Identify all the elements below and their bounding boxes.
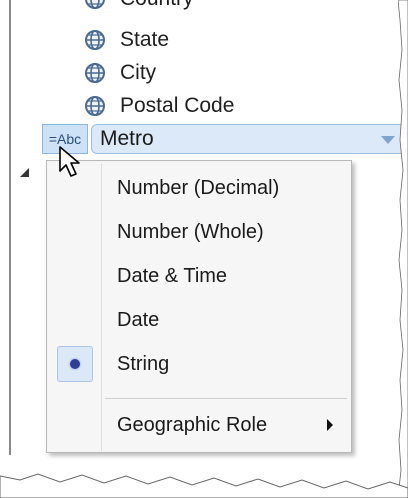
menu-item-label: Date & Time [117,264,228,287]
field-item-state[interactable]: State [84,25,169,55]
submenu-arrow-icon [327,419,333,431]
data-pane: Country State City Postal Code [0,0,408,498]
menu-item-label: Number (Whole) [117,220,264,243]
menu-item-label: Date [117,308,160,331]
pane-divider [9,0,11,455]
menu-item-number-decimal[interactable]: Number (Decimal) [51,167,347,209]
menu-item-string[interactable]: String [51,343,347,385]
field-label: City [120,61,157,84]
selected-field-label[interactable]: Metro [91,124,402,154]
torn-edge-right [398,0,408,498]
field-item-country[interactable]: Country [84,0,194,14]
torn-edge-bottom [0,473,408,498]
field-label: Metro [100,127,154,150]
menu-item-label: String [117,352,170,375]
globe-icon [85,63,105,83]
field-item-city[interactable]: City [84,58,156,88]
selected-indicator [57,346,93,382]
field-label: Country [120,0,194,11]
field-item-metro[interactable]: =Abc Metro [42,124,402,154]
radio-dot-icon [70,359,80,369]
menu-separator [105,398,347,399]
field-label: Postal Code [120,94,235,117]
menu-item-date[interactable]: Date [51,299,347,341]
mouse-cursor-icon [59,146,80,177]
menu-item-date-time[interactable]: Date & Time [51,255,347,297]
globe-icon [85,0,105,9]
field-label: State [120,28,170,51]
menu-item-geographic-role[interactable]: Geographic Role [51,404,347,446]
expand-triangle-icon[interactable] [20,168,29,177]
field-item-postal-code[interactable]: Postal Code [84,91,234,121]
menu-item-label: Geographic Role [117,413,268,436]
data-type-menu: Number (Decimal) Number (Whole) Date & T… [46,160,352,453]
globe-icon [85,30,105,50]
menu-item-label: Number (Decimal) [117,176,280,199]
globe-icon [85,96,105,116]
menu-item-number-whole[interactable]: Number (Whole) [51,211,347,253]
chevron-down-icon[interactable] [381,136,395,144]
